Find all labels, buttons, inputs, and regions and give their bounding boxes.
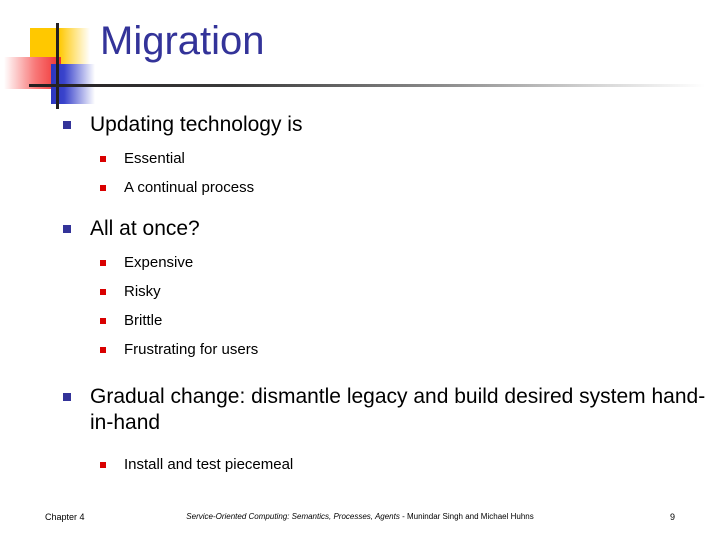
footer-citation-authors: - Munindar Singh and Michael Huhns [399,512,534,521]
bullet-text: Install and test piecemeal [124,456,294,473]
horizontal-rule-divider [29,84,705,87]
yellow-square-icon [30,28,90,66]
bullet-item-level2: Expensive [0,248,720,277]
slide-footer: Chapter 4 Service-Oriented Computing: Se… [0,512,720,532]
bullet-text: A continual process [124,179,255,196]
bullet-square-icon [100,289,106,295]
bullet-text: Frustrating for users [124,341,259,358]
bullet-text: Brittle [124,312,163,329]
bullet-item-level1: Gradual change: dismantle legacy and bui… [0,384,720,436]
footer-citation-title: Service-Oriented Computing: Semantics, P… [186,512,400,521]
bullet-square-icon [63,121,71,129]
bullet-text: Expensive [124,254,194,271]
bullet-item-level2: Risky [0,277,720,306]
footer-page-number: 9 [669,512,675,522]
bullet-item-level2: Install and test piecemeal [0,450,720,479]
bullet-square-icon [63,393,71,401]
bullet-text: Essential [124,150,185,167]
bullet-square-icon [100,156,106,162]
bullet-item-level1: Updating technology is [0,112,720,138]
bullet-item-level2: A continual process [0,173,720,202]
vertical-rule-icon [56,23,59,109]
bullet-item-level2: Essential [0,144,720,173]
slide-title: Migration [100,19,265,63]
bullet-square-icon [100,347,106,353]
bullet-text: All at once? [90,217,200,240]
bullet-square-icon [100,462,106,468]
bullet-text: Risky [124,283,161,300]
footer-citation: Service-Oriented Computing: Semantics, P… [0,512,720,521]
slide-canvas: Migration Updating technology is Essenti… [0,0,720,540]
bullet-item-level1: All at once? [0,216,720,242]
bullet-text: Updating technology is [90,113,303,136]
slide-body: Updating technology is Essential A conti… [0,112,720,479]
bullet-square-icon [100,318,106,324]
bullet-square-icon [63,225,71,233]
bullet-square-icon [100,185,106,191]
bullet-text: Gradual change: dismantle legacy and bui… [90,385,706,434]
bullet-item-level2: Brittle [0,306,720,335]
bullet-item-level2: Frustrating for users [0,335,720,364]
bullet-square-icon [100,260,106,266]
